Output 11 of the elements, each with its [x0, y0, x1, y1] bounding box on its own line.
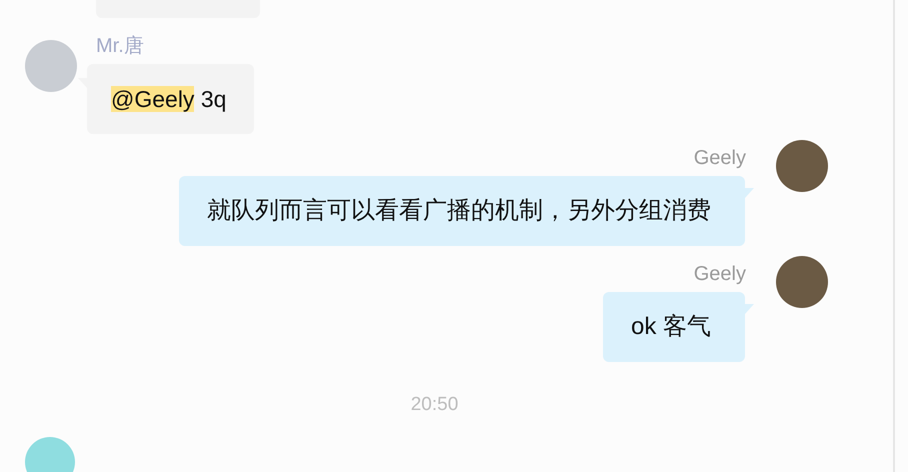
timestamp: 20:50	[410, 394, 458, 415]
bubble-tail	[745, 304, 754, 314]
message-bubble: 就队列而言可以看看广播的机制，另外分组消费	[179, 176, 745, 246]
sender-name: Geely	[694, 262, 746, 286]
message-bubble: @Geely 3q	[87, 64, 254, 134]
avatar[interactable]	[776, 256, 828, 308]
sender-name: Geely	[694, 146, 746, 170]
avatar[interactable]	[776, 140, 828, 192]
message-bubble: ok 客气	[602, 292, 745, 362]
bubble-tail	[745, 188, 754, 198]
sender-name: Mr.唐	[96, 34, 144, 58]
